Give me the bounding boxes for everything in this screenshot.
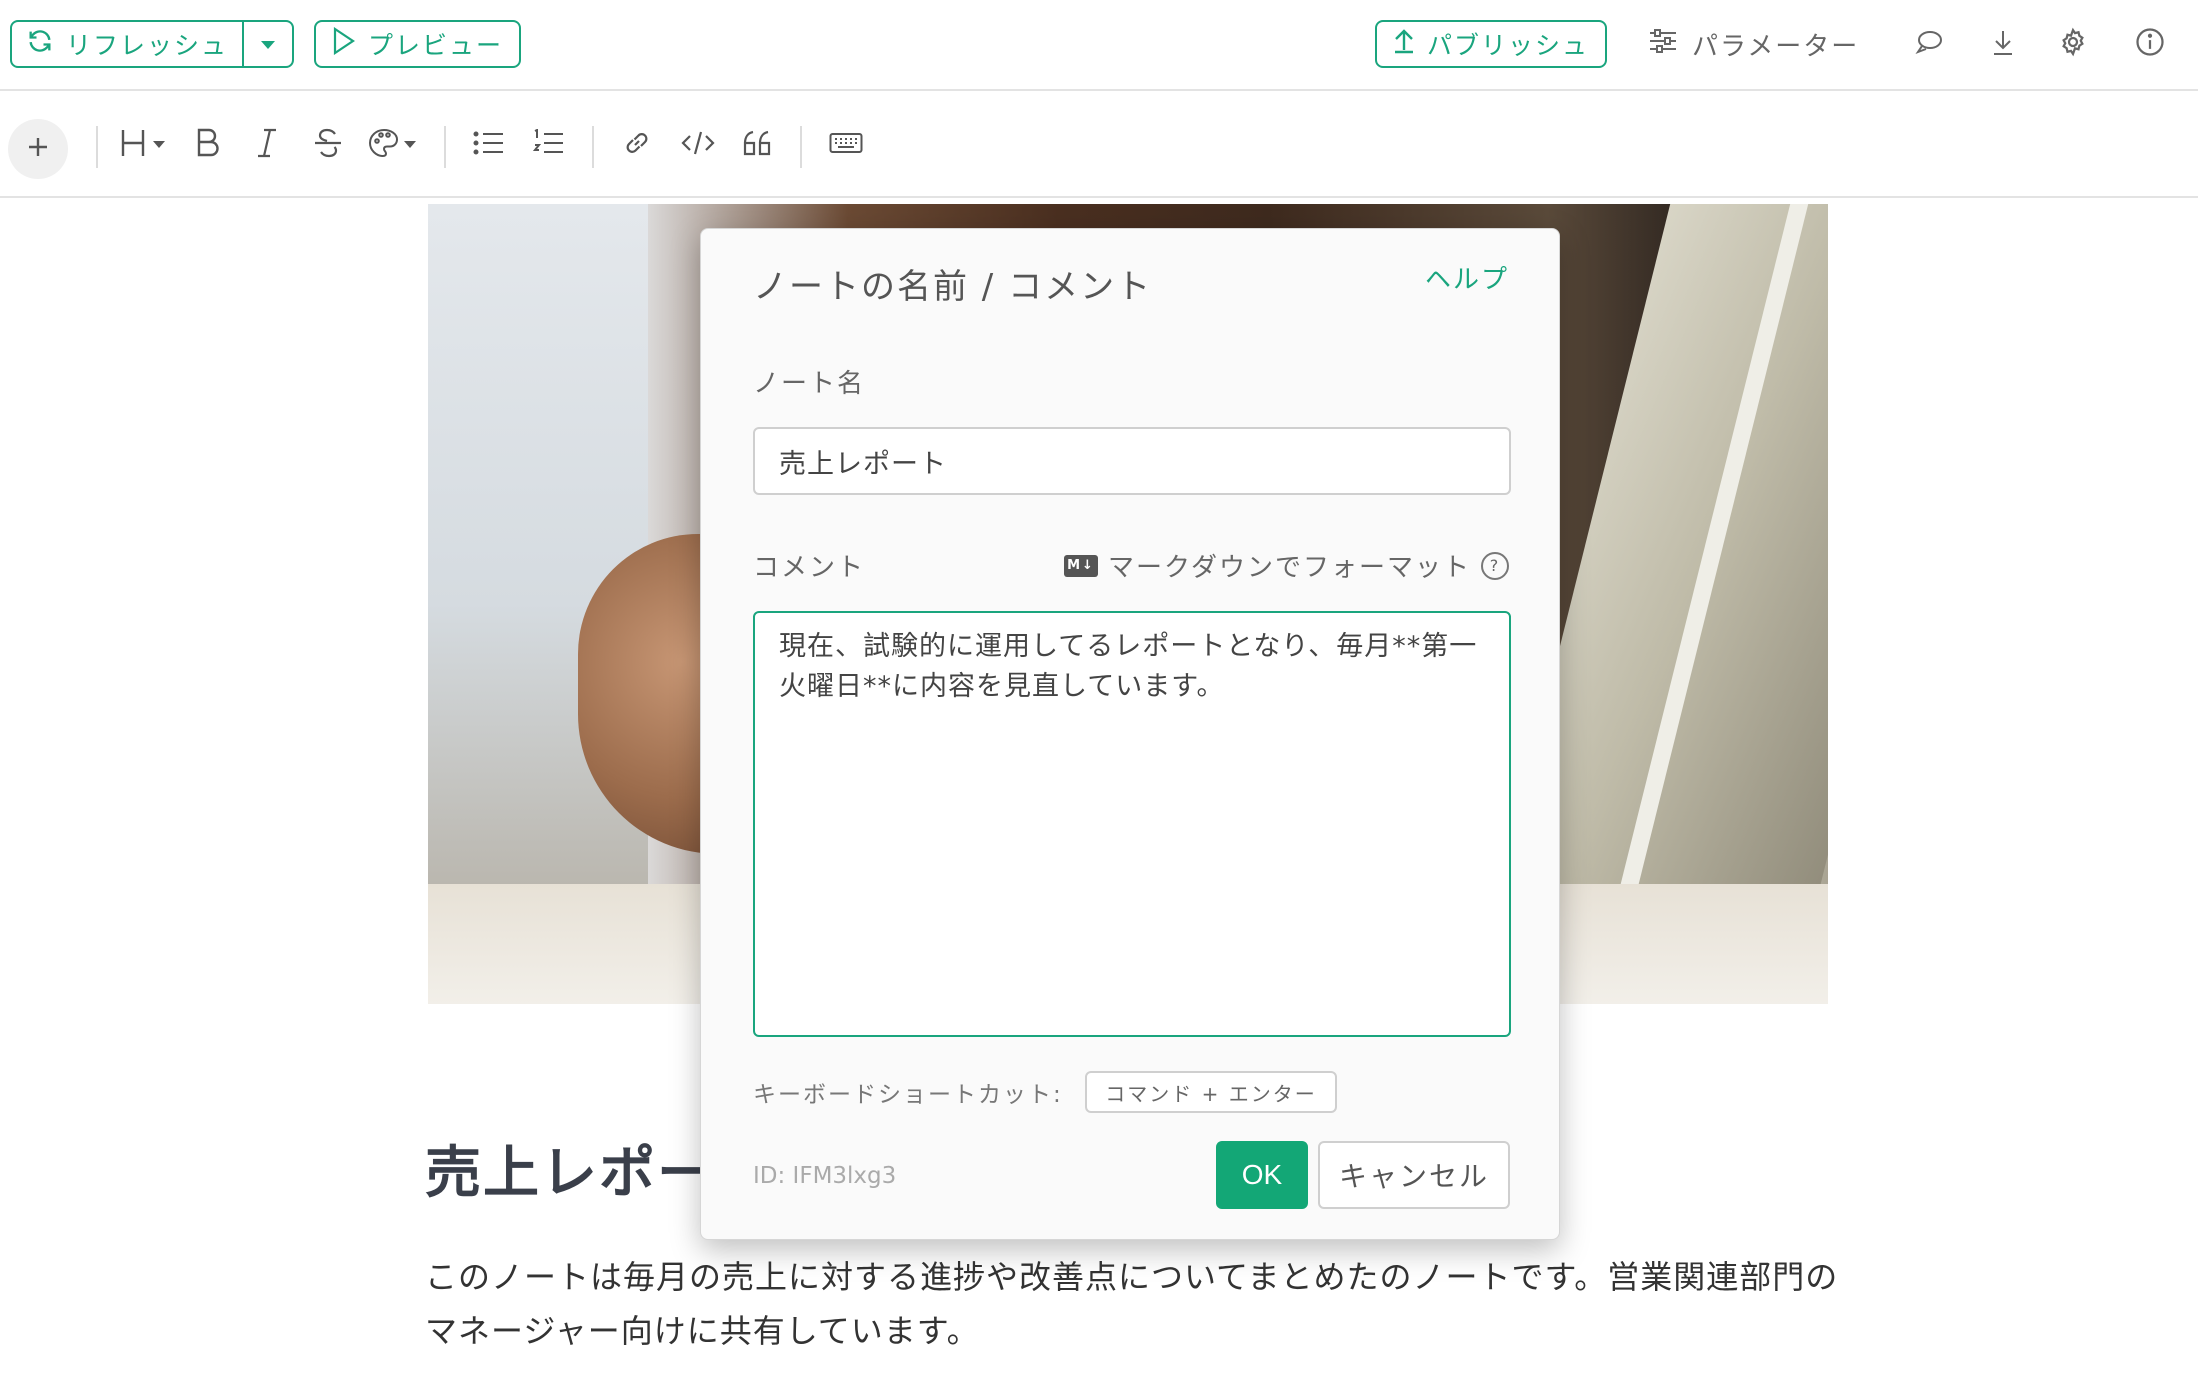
note-id: ID: IFM3lxg3 <box>753 1163 897 1189</box>
bold-button[interactable] <box>192 123 224 167</box>
download-icon <box>1991 28 2015 60</box>
markdown-icon: M↓ <box>1064 554 1099 577</box>
strikethrough-icon <box>313 127 343 163</box>
markdown-hint: M↓ マークダウンでフォーマット ? <box>1064 547 1509 584</box>
info-button[interactable] <box>2132 26 2168 62</box>
download-button[interactable] <box>1985 26 2021 62</box>
palette-icon <box>368 127 420 163</box>
code-button[interactable] <box>680 123 716 167</box>
numbered-list-icon <box>532 128 565 161</box>
play-icon <box>332 26 356 61</box>
refresh-button[interactable]: リフレッシュ <box>12 22 242 66</box>
dialog-title: ノートの名前 / コメント <box>753 267 1153 307</box>
keyboard-shortcuts-button[interactable] <box>828 123 864 167</box>
gear-icon <box>2058 27 2088 61</box>
heading-button[interactable] <box>120 123 170 167</box>
preview-label: プレビュー <box>368 31 504 60</box>
publish-label: パブリッシュ <box>1427 31 1590 60</box>
add-block-button[interactable] <box>8 119 68 179</box>
upload-icon <box>1393 28 1415 60</box>
color-button[interactable] <box>368 123 420 167</box>
toolbar-divider <box>444 126 446 168</box>
comment-button[interactable] <box>1911 26 1947 62</box>
ok-button[interactable]: OK <box>1216 1141 1308 1209</box>
bulleted-list-button[interactable] <box>472 123 506 167</box>
refresh-split-button: リフレッシュ <box>10 20 294 68</box>
parameters-button[interactable]: パラメーター <box>1648 24 1859 64</box>
note-name-input[interactable] <box>753 427 1511 495</box>
question-icon[interactable]: ? <box>1481 551 1509 580</box>
toolbar-divider <box>96 126 98 168</box>
bulleted-list-icon <box>473 129 505 161</box>
bold-icon <box>195 127 221 163</box>
sliders-icon <box>1648 28 1678 61</box>
italic-icon <box>254 127 280 163</box>
quote-icon <box>742 128 774 162</box>
info-icon <box>2135 27 2165 61</box>
help-link[interactable]: ヘルプ <box>1425 259 1509 296</box>
heading-icon <box>120 126 170 164</box>
comment-textarea[interactable]: 現在、試験的に運用してるレポートとなり、毎月**第一火曜日**に内容を見直してい… <box>753 611 1511 1037</box>
quote-button[interactable] <box>740 123 776 167</box>
toolbar-divider <box>800 126 802 168</box>
publish-button[interactable]: パブリッシュ <box>1375 20 1608 68</box>
top-bar: リフレッシュ プレビュー パブリッシュ パラメーター <box>0 0 2198 91</box>
comment-bubble-icon <box>1915 29 1943 59</box>
caret-down-icon <box>260 35 276 54</box>
numbered-list-button[interactable] <box>532 123 566 167</box>
toolbar-divider <box>592 126 594 168</box>
settings-button[interactable] <box>2055 26 2091 62</box>
refresh-icon <box>26 27 54 61</box>
strikethrough-button[interactable] <box>312 123 344 167</box>
link-button[interactable] <box>620 123 654 167</box>
refresh-label: リフレッシュ <box>66 31 229 60</box>
italic-button[interactable] <box>252 123 282 167</box>
cancel-button[interactable]: キャンセル <box>1318 1141 1510 1209</box>
keyboard-shortcut-label: キーボードショートカット: <box>753 1082 1063 1108</box>
document-body: このノートは毎月の売上に対する進捗や改善点についてまとめたのノートです。営業関連… <box>425 1258 1839 1350</box>
comment-label: コメント <box>753 553 866 583</box>
markdown-hint-text: マークダウンでフォーマット <box>1108 553 1471 583</box>
code-icon <box>681 129 715 161</box>
keyboard-icon <box>829 131 863 159</box>
preview-button[interactable]: プレビュー <box>314 20 522 68</box>
note-name-comment-dialog: ノートの名前 / コメント ヘルプ ノート名 コメント M↓ マークダウンでフォ… <box>700 228 1560 1240</box>
parameters-label: パラメーター <box>1692 31 1860 62</box>
keyboard-shortcut-key: コマンド + エンター <box>1085 1071 1337 1113</box>
link-icon <box>622 128 652 162</box>
note-name-label: ノート名 <box>753 369 866 399</box>
format-toolbar <box>0 93 2198 198</box>
plus-icon <box>27 136 49 162</box>
refresh-dropdown-button[interactable] <box>242 22 292 66</box>
